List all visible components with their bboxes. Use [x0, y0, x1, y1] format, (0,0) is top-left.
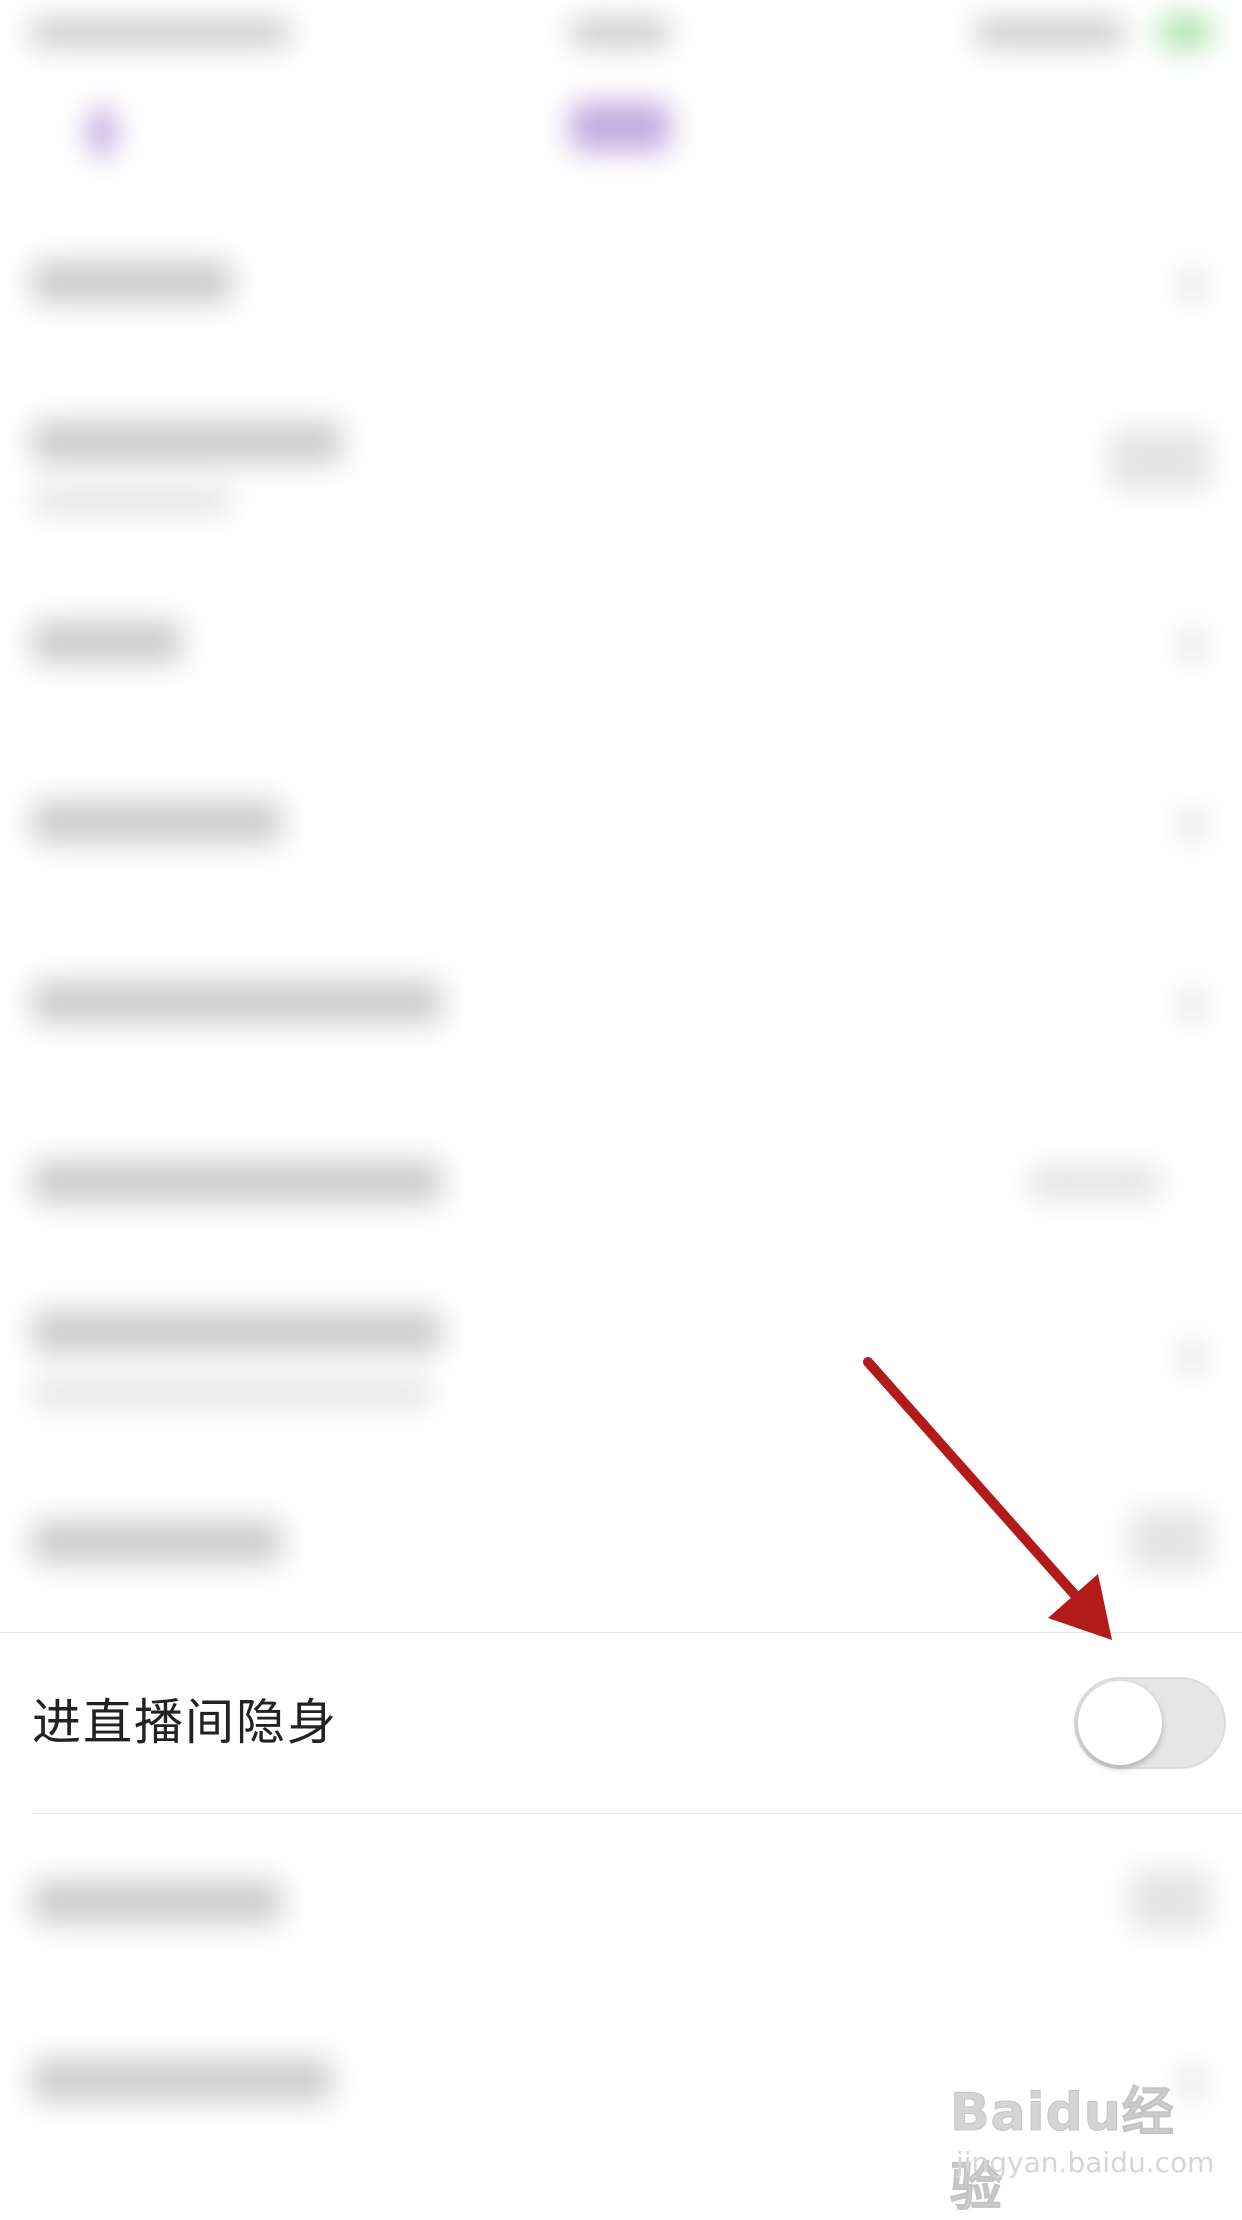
- live-stealth-toggle[interactable]: [1074, 1677, 1226, 1769]
- toggle-knob: [1078, 1681, 1162, 1765]
- watermark-brand: Baidu经验: [950, 2083, 1175, 2219]
- settings-row-live-stealth: 进直播间隐身: [0, 1632, 1242, 1814]
- baidu-jingyan-watermark: Baidu经验 jingyan.baidu.com: [950, 2070, 1215, 2219]
- watermark-site: jingyan.baidu.com: [956, 2146, 1215, 2179]
- blurred-background: [0, 0, 1242, 2208]
- settings-row-label: 进直播间隐身: [32, 1694, 339, 1751]
- row-divider: [32, 1813, 1242, 1814]
